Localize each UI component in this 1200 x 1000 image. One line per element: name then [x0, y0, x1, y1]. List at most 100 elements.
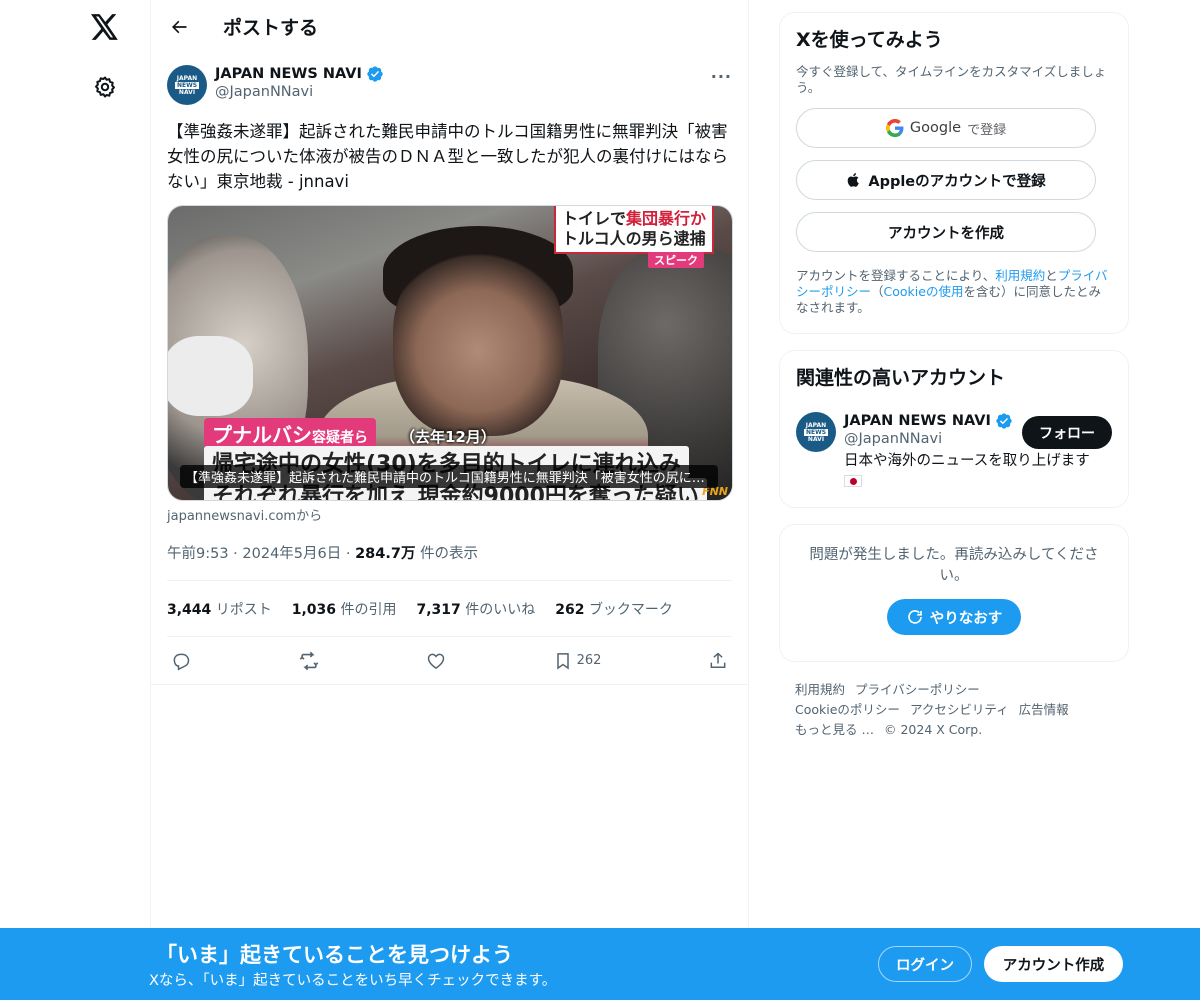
repost-label: リポスト — [215, 602, 272, 618]
author-handle[interactable]: @JapanNNavi — [215, 84, 384, 100]
bookmark-stat[interactable]: 262 ブックマーク — [555, 599, 673, 619]
card-title-overlay: 【準強姦未遂罪】起訴された難民申請中のトルコ国籍男性に無罪判決「被害女性の尻につ… — [180, 465, 718, 488]
verified-badge-icon — [367, 66, 383, 82]
banner-subtitle: Xなら、「いま」起きていることをいち早くチェックできます。 — [149, 973, 557, 989]
related-name[interactable]: JAPAN NEWS NAVI — [844, 413, 991, 429]
meta-separator: · — [345, 546, 351, 562]
refresh-icon — [907, 610, 922, 624]
sidebar-footer: 利用規約 プライバシーポリシー Cookieのポリシー アクセシビリティ 広告情報 も… — [779, 680, 1129, 740]
avatar-text-bottom: NAVI — [807, 435, 825, 443]
post-author: JAPAN NEWS NAVI JAPAN NEWS NAVI @JapanNN… — [167, 65, 732, 105]
sign-line1-b: 集団暴行か — [625, 209, 706, 228]
footer-privacy-link[interactable]: プライバシーポリシー — [855, 682, 980, 697]
view-label: 件の表示 — [420, 546, 479, 562]
bookmark-icon — [556, 652, 569, 670]
signup-box: Xを使ってみよう 今すぐ登録して、タイムラインをカスタマイズしましょう。 Goo… — [779, 12, 1129, 334]
meta-separator: · — [233, 546, 238, 562]
tv-year-caption: （去年12月） — [400, 428, 496, 446]
page-title: ポストする — [223, 17, 319, 39]
right-sidebar: Xを使ってみよう 今すぐ登録して、タイムラインをカスタマイズしましょう。 Goo… — [779, 12, 1129, 740]
repost-stat[interactable]: 3,444 リポスト — [167, 599, 272, 619]
cookie-link[interactable]: Cookieの使用 — [884, 284, 964, 299]
post-date[interactable]: 2024年5月6日 — [242, 546, 341, 562]
avatar-text-top: JAPAN — [176, 74, 198, 82]
bookmark-action-count: 262 — [576, 653, 602, 668]
footer-ads-link[interactable]: 広告情報 — [1019, 702, 1069, 717]
quote-label: 件の引用 — [340, 602, 397, 618]
japan-flag-icon — [844, 475, 862, 487]
tv-headline-sign: トイレで集団暴行か トルコ人の男ら逮捕 — [553, 206, 714, 254]
post-actions: 262 — [151, 637, 748, 685]
banner-signup-button[interactable]: アカウント作成 — [984, 946, 1123, 982]
retry-label: やりなおす — [929, 610, 1003, 627]
x-logo-icon[interactable] — [90, 12, 120, 42]
terms-text-2: と — [1045, 268, 1058, 283]
bookmark-button[interactable]: 262 — [553, 651, 602, 671]
repost-count: 3,444 — [167, 602, 212, 618]
settings-gear-icon[interactable] — [91, 73, 119, 101]
follow-button[interactable]: フォロー — [1022, 416, 1112, 449]
login-button[interactable]: ログイン — [878, 946, 972, 982]
caption-name-suffix: 容疑者ら — [312, 430, 368, 446]
page-header: ポストする — [151, 0, 748, 53]
retry-button[interactable]: やりなおす — [887, 599, 1021, 635]
back-arrow-icon[interactable] — [167, 15, 191, 39]
card-source[interactable]: japannewsnavi.comから — [167, 505, 732, 524]
reply-icon — [173, 653, 190, 671]
author-avatar[interactable]: JAPAN NEWS NAVI — [167, 65, 207, 105]
avatar-text-mid: NEWS — [174, 81, 200, 89]
footer-cookie-link[interactable]: Cookieのポリシー — [795, 702, 900, 717]
signup-subtitle: 今すぐ登録して、タイムラインをカスタマイズしましょう。 — [796, 64, 1107, 95]
sign-line2: トルコ人の男ら逮捕 — [561, 229, 706, 248]
apple-signup-button[interactable]: Appleのアカウントで登録 — [796, 160, 1096, 200]
photo-mask — [168, 336, 253, 416]
like-count: 7,317 — [416, 602, 461, 618]
footer-tos-link[interactable]: 利用規約 — [795, 682, 845, 697]
heart-icon — [427, 653, 445, 669]
quote-count: 1,036 — [291, 602, 337, 618]
related-avatar[interactable]: JAPAN NEWS NAVI — [796, 412, 836, 452]
main-column: ポストする JAPAN NEWS NAVI JAPAN NEWS NAVI @J… — [150, 0, 749, 1000]
reply-button[interactable] — [171, 651, 191, 671]
google-icon — [885, 119, 904, 137]
footer-copyright: © 2024 X Corp. — [883, 722, 983, 737]
google-label: Google — [909, 120, 962, 136]
avatar-text-bottom: NAVI — [178, 88, 196, 96]
avatar-text-mid: NEWS — [803, 428, 829, 436]
error-message: 問題が発生しました。再読み込みしてください。 — [809, 547, 1099, 584]
apple-label: Appleのアカウントで登録 — [868, 173, 1046, 190]
like-label: 件のいいね — [465, 602, 536, 618]
related-bio: 日本や海外のニュースを取り上げます — [844, 451, 1090, 491]
tv-name-caption: プナルバシ容疑者ら — [204, 418, 376, 449]
share-button[interactable] — [708, 651, 728, 671]
author-name-row[interactable]: JAPAN NEWS NAVI — [215, 65, 384, 83]
terms-link[interactable]: 利用規約 — [995, 268, 1045, 283]
repost-button[interactable] — [298, 650, 320, 672]
google-signup-button[interactable]: Google で登録 — [796, 108, 1096, 148]
create-account-button[interactable]: アカウントを作成 — [796, 212, 1096, 252]
footer-accessibility-link[interactable]: アクセシビリティ — [910, 702, 1009, 717]
terms-text-1: アカウントを登録することにより、 — [796, 268, 996, 283]
author-name[interactable]: JAPAN NEWS NAVI — [215, 66, 362, 82]
google-label-suffix: で登録 — [967, 122, 1007, 138]
post: JAPAN NEWS NAVI JAPAN NEWS NAVI @JapanNN… — [151, 53, 748, 685]
more-options-icon[interactable]: ··· — [711, 67, 732, 86]
post-time[interactable]: 午前9:53 — [167, 546, 229, 562]
apple-icon — [848, 173, 860, 187]
link-card[interactable]: トイレで集団暴行か トルコ人の男ら逮捕 スピーク プナルバシ容疑者ら （去年12… — [167, 205, 733, 501]
like-button[interactable] — [426, 651, 446, 671]
bookmark-count: 262 — [555, 602, 585, 618]
terms-text-3: （ — [871, 284, 884, 299]
error-box: 問題が発生しました。再読み込みしてください。 やりなおす — [779, 524, 1129, 662]
post-text: 【準強姦未遂罪】起訴された難民申請中のトルコ国籍男性に無罪判決「被害女性の尻につ… — [167, 122, 728, 191]
author-names: JAPAN NEWS NAVI @JapanNNavi — [215, 65, 384, 100]
signup-title: Xを使ってみよう — [796, 29, 943, 51]
footer-more-link[interactable]: もっと見る … — [795, 722, 874, 737]
post-meta: 午前9:53 · 2024年5月6日 · 284.7万 件の表示 — [167, 542, 732, 581]
related-account[interactable]: JAPAN NEWS NAVI JAPAN NEWS NAVI @JapanNN… — [796, 412, 1112, 491]
quote-stat[interactable]: 1,036 件の引用 — [292, 599, 397, 619]
like-stat[interactable]: 7,317 件のいいね — [417, 599, 536, 619]
sign-line1-a: トイレで — [561, 209, 626, 228]
avatar-text-top: JAPAN — [805, 421, 827, 429]
repost-icon — [299, 651, 318, 670]
